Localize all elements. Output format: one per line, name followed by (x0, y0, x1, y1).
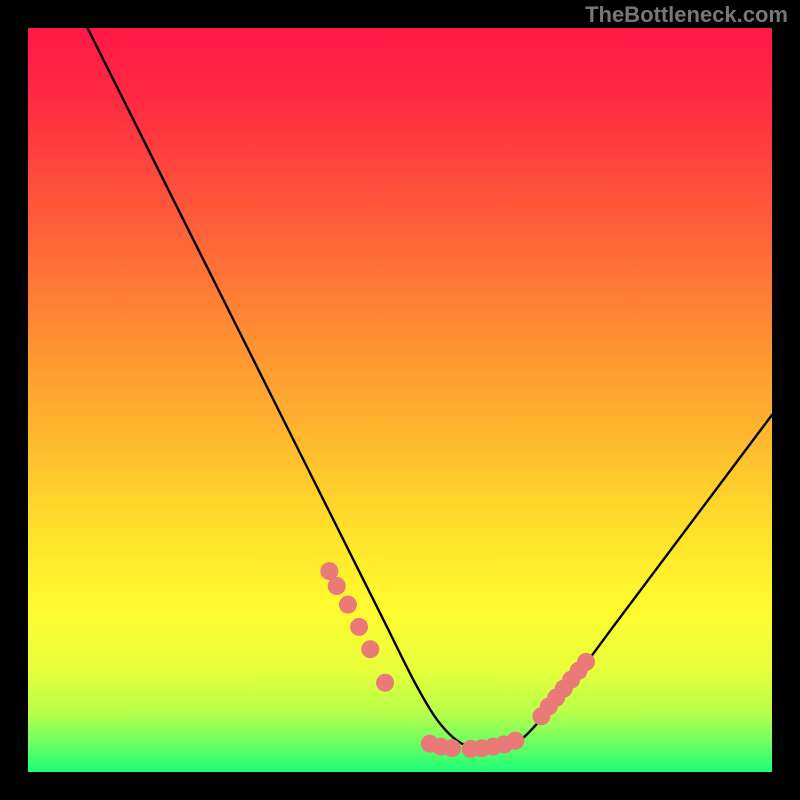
data-point (443, 739, 461, 757)
data-point (506, 732, 524, 750)
data-point (328, 577, 346, 595)
chart-plot-area (28, 28, 772, 772)
data-point (361, 640, 379, 658)
chart-background (28, 28, 772, 772)
watermark-text: TheBottleneck.com (585, 2, 788, 28)
data-point (350, 618, 368, 636)
data-point (577, 653, 595, 671)
data-point (376, 674, 394, 692)
data-point (339, 596, 357, 614)
chart-svg (28, 28, 772, 772)
